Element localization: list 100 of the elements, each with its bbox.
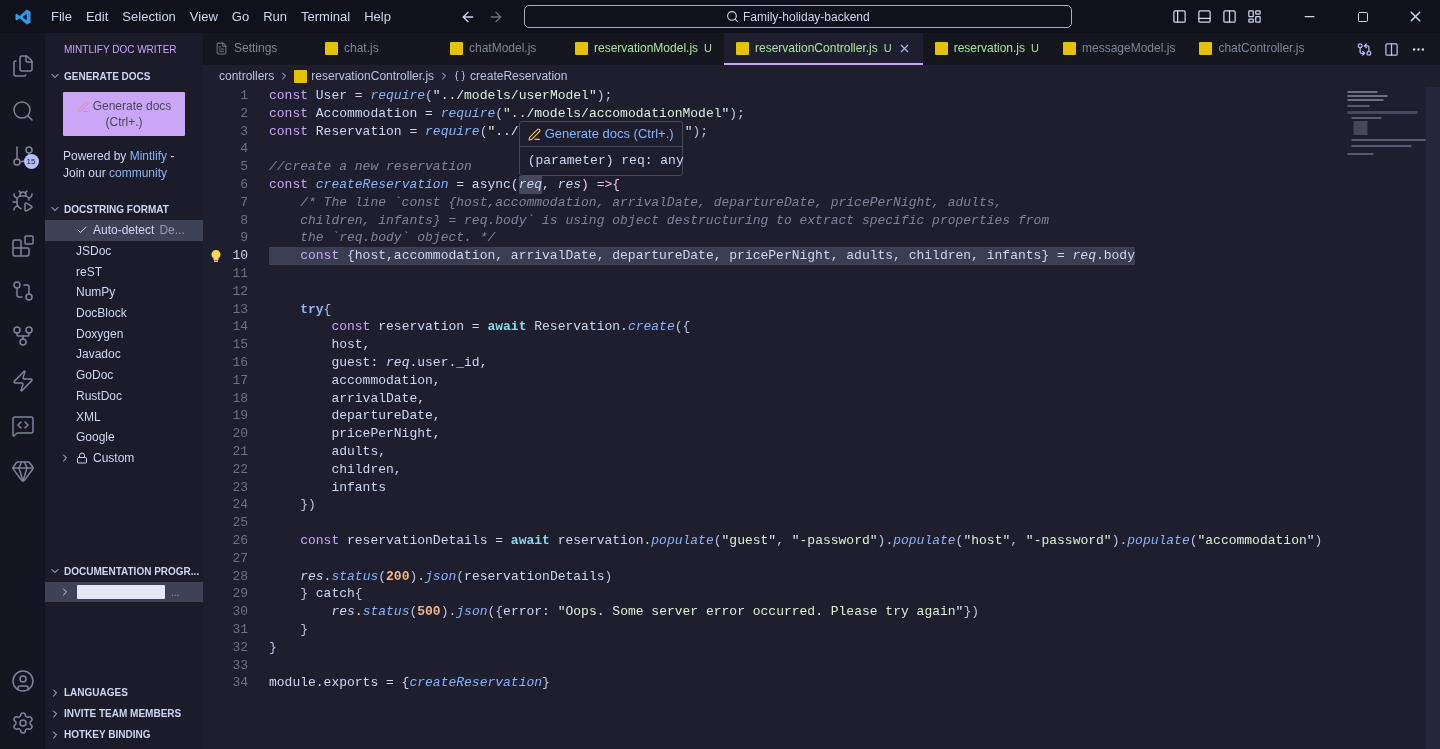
line-number: 31 <box>231 620 248 639</box>
code-token: { <box>354 585 363 604</box>
untracked-label: U <box>883 40 892 56</box>
menu-item[interactable]: View <box>182 6 225 27</box>
format-item[interactable]: Doxygen <box>45 323 203 345</box>
line-number: 29 <box>231 585 248 604</box>
code-token: "-password" <box>1025 531 1112 550</box>
section-header[interactable]: LANGUAGES <box>45 682 203 703</box>
format-item[interactable]: JSDoc <box>45 240 203 262</box>
line-number: 7 <box>239 193 248 212</box>
link[interactable]: community <box>109 166 168 180</box>
code-token: try <box>299 300 324 319</box>
menu-item[interactable]: Selection <box>115 6 183 27</box>
code-token: {host,accommodation, arrivalDate, departureDate, pricePerNight, adults, children, infants} = <box>346 247 1066 265</box>
command-search-field[interactable]: Family-holiday-backend <box>523 5 1072 28</box>
breadcrumb-item[interactable]: reservationController.js <box>311 67 435 85</box>
format-item[interactable]: RustDoc <box>45 385 203 407</box>
code-token: pricePerNight, <box>330 425 441 443</box>
editor-tab[interactable]: Settings <box>203 33 313 65</box>
line-number: 1 <box>239 87 248 105</box>
line-number: 33 <box>231 656 248 675</box>
code-token: "../ <box>487 122 519 141</box>
code-token: reservation. <box>556 531 652 550</box>
line-number: 34 <box>231 674 248 693</box>
format-item[interactable]: reST <box>45 261 203 283</box>
editor-tab[interactable]: chat.js <box>313 33 438 65</box>
menu-item[interactable]: Help <box>357 6 398 27</box>
line-number: 24 <box>231 496 248 515</box>
code-token: ). <box>1111 531 1128 550</box>
progress-item[interactable]: ... <box>45 582 203 603</box>
code-comment: /* The line `const {host,accommodation, arrivalDate, departureDate, pricePerNight, adults, <box>299 193 1003 212</box>
section-header[interactable]: DOCUMENTATION PROGR... <box>45 560 203 583</box>
line-number: 13 <box>231 300 248 319</box>
code-token: populate <box>651 531 714 550</box>
code-token: res <box>330 603 355 621</box>
code-token: ). <box>409 567 426 586</box>
format-item[interactable]: XML <box>45 406 203 427</box>
code-token: json <box>456 603 488 621</box>
line-number: 2 <box>239 104 248 123</box>
code-token: accommodation, <box>330 371 441 390</box>
generate-docs-hover-link[interactable]: Generate docs (Ctrl+.) <box>519 122 682 148</box>
code-token: arrivalDate, <box>330 389 426 408</box>
line-number: 23 <box>231 478 248 497</box>
code-token: } <box>269 638 277 657</box>
code-token: } <box>299 585 309 604</box>
code-token: ); <box>729 104 745 123</box>
code-token: create <box>627 318 675 337</box>
editor-tab[interactable]: reservationController.js U <box>724 33 923 65</box>
format-item[interactable]: Google <box>45 426 203 448</box>
code-token: "-password" <box>791 531 878 550</box>
item-description: De... <box>159 222 185 240</box>
editor-tab[interactable]: chatModel.js <box>438 33 563 65</box>
workspace-name: Family-holiday-backend <box>743 8 870 26</box>
section-header[interactable]: DOCSTRING FORMAT <box>45 198 203 220</box>
code-token: const <box>269 122 308 141</box>
code-token: ({ <box>674 318 691 337</box>
code-token: const <box>269 176 309 194</box>
section-header[interactable]: INVITE TEAM MEMBERS <box>45 703 203 724</box>
editor-tab[interactable]: reservation.js U <box>922 33 1051 65</box>
breadcrumb-item[interactable]: controllers <box>219 67 275 85</box>
panel-title: MINTLIFY DOC WRITER <box>64 42 177 57</box>
line-number: 25 <box>231 514 248 532</box>
code-token: }) <box>299 496 316 515</box>
code-token: ({ <box>487 603 504 621</box>
code-token: = async( <box>455 176 519 194</box>
menu-item[interactable]: Edit <box>78 6 116 27</box>
code-token: ( <box>378 567 387 586</box>
code-token: const <box>299 247 340 265</box>
format-item[interactable]: Custom <box>45 447 203 469</box>
format-item[interactable]: DocBlock <box>45 302 203 324</box>
editor-tab[interactable]: messageModel.js <box>1051 33 1188 65</box>
breadcrumb-item[interactable]: createReservation <box>470 67 568 85</box>
section-header[interactable]: GENERATE DOCS <box>45 65 203 87</box>
link[interactable]: Mintlify <box>129 149 168 163</box>
untracked-label: U <box>1031 40 1039 56</box>
code-token: const <box>330 318 371 337</box>
editor-tab[interactable]: reservationModel.js U <box>563 33 724 65</box>
line-number: 12 <box>231 282 248 301</box>
code-token: 500 <box>417 603 441 621</box>
code-token: ( <box>456 567 465 586</box>
format-item[interactable]: GoDoc <box>45 364 203 386</box>
code-token: req <box>1072 247 1096 265</box>
code-token: populate <box>893 531 956 550</box>
menu-item[interactable]: Go <box>224 6 257 27</box>
menu-item[interactable]: File <box>44 6 79 27</box>
code-token: require <box>440 104 496 123</box>
code-token: } <box>542 674 550 693</box>
format-item[interactable]: Javadoc <box>45 344 203 365</box>
code-token: { <box>323 300 332 319</box>
generate-docs-button[interactable]: Generate docs (Ctrl+.) <box>63 92 185 136</box>
code-token: reservationDetails <box>464 567 605 586</box>
menu-item[interactable]: Run <box>256 6 294 27</box>
format-item[interactable]: Auto-detect De... <box>45 220 203 241</box>
format-item[interactable]: NumPy <box>45 282 203 303</box>
menu-item[interactable]: Terminal <box>294 6 358 27</box>
editor-tab[interactable]: chatController.js <box>1187 33 1317 65</box>
code-token: catch <box>315 585 355 604</box>
line-number: 20 <box>231 425 248 443</box>
code-token: adults, <box>330 442 387 461</box>
section-header[interactable]: HOTKEY BINDING <box>45 724 203 745</box>
